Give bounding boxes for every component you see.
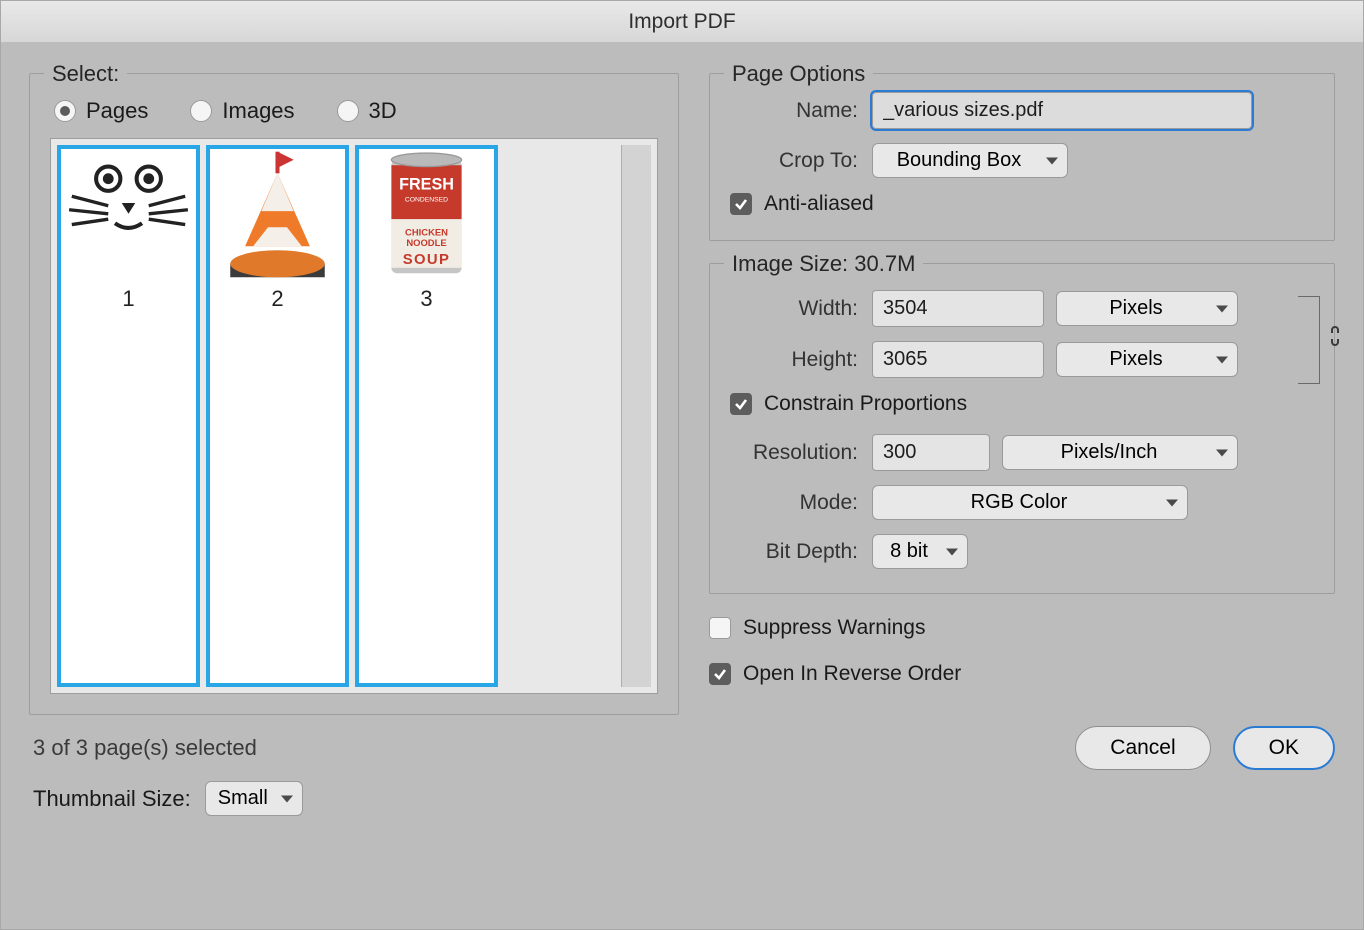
height-label: Height: (730, 348, 858, 372)
crop-to-select[interactable]: Bounding Box (872, 143, 1068, 178)
radio-icon (337, 100, 359, 122)
bitdepth-label: Bit Depth: (730, 540, 858, 564)
thumb-number: 1 (61, 284, 196, 316)
image-size-legend: Image Size: 30.7M (724, 251, 923, 277)
width-label: Width: (730, 297, 858, 321)
thumbnail-size-select[interactable]: Small (205, 781, 303, 816)
name-input[interactable] (872, 92, 1252, 129)
width-input[interactable] (872, 290, 1044, 327)
radio-pages-label: Pages (86, 98, 148, 124)
thumb-image (210, 149, 345, 284)
thumbnail-area: 1 (50, 138, 658, 694)
height-units-select[interactable]: Pixels (1056, 342, 1238, 377)
name-label: Name: (730, 99, 858, 123)
import-pdf-dialog: Import PDF Select: Pages Images (0, 0, 1364, 930)
cancel-button[interactable]: Cancel (1075, 726, 1210, 770)
constrain-label: Constrain Proportions (764, 392, 967, 416)
reverse-order-label: Open In Reverse Order (743, 662, 961, 686)
antialias-label: Anti-aliased (764, 192, 874, 216)
window-title: Import PDF (1, 1, 1363, 43)
ok-button[interactable]: OK (1233, 726, 1335, 770)
antialias-checkbox[interactable] (730, 193, 752, 215)
radio-3d[interactable]: 3D (337, 98, 397, 124)
thumb-page-2[interactable]: 2 (206, 145, 349, 687)
suppress-warnings-checkbox[interactable] (709, 617, 731, 639)
radio-icon (54, 100, 76, 122)
thumb-image (61, 149, 196, 284)
radio-images-label: Images (222, 98, 294, 124)
page-options-legend: Page Options (724, 61, 873, 87)
thumb-number: 3 (359, 284, 494, 316)
thumbnail-size-label: Thumbnail Size: (33, 786, 191, 812)
thumb-image: FRESH CONDENSED CHICKEN NOODLE SOUP (359, 149, 494, 284)
radio-3d-label: 3D (369, 98, 397, 124)
width-units-select[interactable]: Pixels (1056, 291, 1238, 326)
link-bracket-icon (1298, 296, 1320, 384)
mode-select[interactable]: RGB Color (872, 485, 1188, 520)
resolution-input[interactable] (872, 434, 990, 471)
resolution-label: Resolution: (730, 441, 858, 465)
image-size-fieldset: Image Size: 30.7M Width: Pixels Height: (709, 263, 1335, 594)
thumb-number: 2 (210, 284, 345, 316)
svg-text:FRESH: FRESH (399, 176, 454, 194)
svg-text:CHICKEN: CHICKEN (405, 227, 448, 238)
crop-to-label: Crop To: (730, 149, 858, 173)
select-fieldset: Select: Pages Images 3D (29, 73, 679, 715)
resolution-units-select[interactable]: Pixels/Inch (1002, 435, 1238, 470)
bitdepth-select[interactable]: 8 bit (872, 534, 968, 569)
mode-label: Mode: (730, 491, 858, 515)
constrain-checkbox[interactable] (730, 393, 752, 415)
radio-icon (190, 100, 212, 122)
height-input[interactable] (872, 341, 1044, 378)
svg-text:CONDENSED: CONDENSED (405, 197, 448, 204)
radio-images[interactable]: Images (190, 98, 294, 124)
pages-selected-text: 3 of 3 page(s) selected (33, 735, 679, 761)
thumb-page-3[interactable]: FRESH CONDENSED CHICKEN NOODLE SOUP 3 (355, 145, 498, 687)
suppress-warnings-label: Suppress Warnings (743, 616, 925, 640)
page-options-fieldset: Page Options Name: Crop To: Bounding Box… (709, 73, 1335, 241)
select-legend: Select: (44, 61, 127, 87)
thumbnail-scrollbar[interactable] (621, 145, 651, 687)
svg-text:NOODLE: NOODLE (406, 238, 446, 249)
thumb-page-1[interactable]: 1 (57, 145, 200, 687)
svg-text:SOUP: SOUP (403, 252, 450, 268)
radio-pages[interactable]: Pages (54, 98, 148, 124)
reverse-order-checkbox[interactable] (709, 663, 731, 685)
constrain-link-icon[interactable] (1326, 324, 1344, 353)
